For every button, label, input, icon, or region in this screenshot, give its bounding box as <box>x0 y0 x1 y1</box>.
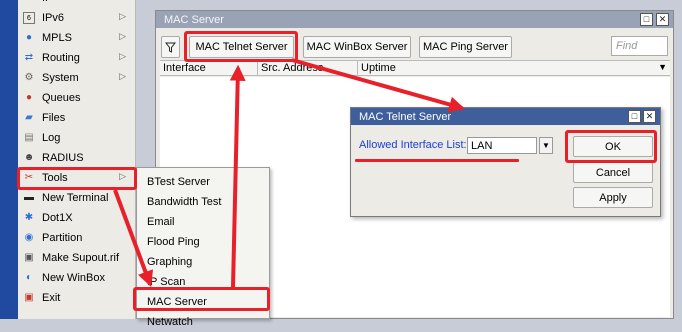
interface-list-underline <box>355 159 519 162</box>
dialog-titlebar[interactable]: MAC Telnet Server □ ✕ <box>351 108 660 125</box>
menu-item-ipv6[interactable]: 6 IPv6 ▷ <box>18 8 136 28</box>
dot1x-icon: ✱ <box>24 212 34 223</box>
chevron-right-icon: ▷ <box>119 31 126 41</box>
menu-item-ip[interactable]: ◦ IP ▷ <box>18 0 136 8</box>
ipv6-icon: 6 <box>23 12 35 24</box>
menu-item-new-terminal[interactable]: ▬ New Terminal <box>18 188 136 208</box>
chevron-right-icon: ▷ <box>119 51 126 61</box>
menu-item-exit[interactable]: ▣ Exit <box>18 288 136 308</box>
chevron-right-icon: ▷ <box>119 11 126 21</box>
log-icon: ▤ <box>24 132 34 143</box>
exit-icon: ▣ <box>24 292 34 303</box>
menu-item-queues[interactable]: ● Queues <box>18 88 136 108</box>
apply-button[interactable]: Apply <box>573 187 653 208</box>
dialog-title: MAC Telnet Server <box>359 110 452 123</box>
menu-item-log[interactable]: ▤ Log <box>18 128 136 148</box>
system-gear-icon: ⚙ <box>24 72 34 83</box>
restore-icon[interactable]: □ <box>640 13 653 26</box>
supout-icon: ▣ <box>24 252 34 263</box>
partition-icon: ◉ <box>24 232 34 243</box>
restore-icon[interactable]: □ <box>628 110 641 123</box>
submenu-item-email[interactable]: Email <box>147 212 175 232</box>
column-uptime[interactable]: Uptime <box>358 61 658 75</box>
menu-item-routing[interactable]: ⇄ Routing ▷ <box>18 48 136 68</box>
submenu-item-flood-ping[interactable]: Flood Ping <box>147 232 200 252</box>
close-icon[interactable]: ✕ <box>656 13 669 26</box>
chevron-right-icon: ▷ <box>119 71 126 81</box>
column-interface[interactable]: Interface <box>160 61 258 75</box>
telnet-button-highlight <box>184 31 298 62</box>
allowed-interface-list-field[interactable]: LAN <box>467 137 537 154</box>
menu-item-mpls[interactable]: ● MPLS ▷ <box>18 28 136 48</box>
mac-winbox-server-button[interactable]: MAC WinBox Server <box>303 36 411 58</box>
sidebar-strip <box>0 0 18 319</box>
radius-icon: ☻ <box>23 152 35 163</box>
column-src-address[interactable]: Src. Address <box>258 61 358 75</box>
window-title: MAC Server <box>164 13 224 26</box>
main-menu: ◦ IP ▷ 6 IPv6 ▷ ● MPLS ▷ ⇄ Routing ▷ ⚙ S… <box>18 0 136 319</box>
submenu-item-bandwidth-test[interactable]: Bandwidth Test <box>147 192 221 212</box>
winbox-icon: ◐ <box>25 272 33 283</box>
ok-button-highlight <box>565 130 657 163</box>
mpls-icon: ● <box>25 32 33 43</box>
find-input[interactable]: Find <box>611 36 668 56</box>
cancel-button[interactable]: Cancel <box>573 162 653 183</box>
menu-item-partition[interactable]: ◉ Partition <box>18 228 136 248</box>
menu-item-new-winbox[interactable]: ◐ New WinBox <box>18 268 136 288</box>
menu-item-radius[interactable]: ☻ RADIUS <box>18 148 136 168</box>
tools-highlight <box>17 167 137 190</box>
submenu-item-graphing[interactable]: Graphing <box>147 252 192 272</box>
menu-item-files[interactable]: ▰ Files <box>18 108 136 128</box>
submenu-item-btest-server[interactable]: BTest Server <box>147 172 210 192</box>
close-icon[interactable]: ✕ <box>643 110 656 123</box>
column-menu-icon[interactable]: ▼ <box>658 62 667 72</box>
mac-server-highlight <box>133 287 270 311</box>
queues-icon: ● <box>25 92 33 103</box>
folder-icon: ▰ <box>25 112 33 123</box>
submenu-item-netwatch[interactable]: Netwatch <box>147 312 193 332</box>
menu-item-make-supout[interactable]: ▣ Make Supout.rif <box>18 248 136 268</box>
dropdown-toggle-icon[interactable]: ▼ <box>539 137 553 154</box>
filter-icon <box>165 42 176 53</box>
menu-item-system[interactable]: ⚙ System ▷ <box>18 68 136 88</box>
menu-item-dot1x[interactable]: ✱ Dot1X <box>18 208 136 228</box>
mac-ping-server-button[interactable]: MAC Ping Server <box>419 36 512 58</box>
filter-button[interactable] <box>161 36 180 58</box>
mac-server-titlebar[interactable]: MAC Server □ ✕ <box>156 11 673 28</box>
table-header: Interface Src. Address Uptime ▼ <box>160 60 670 76</box>
routing-icon: ⇄ <box>24 52 34 63</box>
terminal-icon: ▬ <box>24 192 34 203</box>
ip-icon: ◦ <box>23 0 35 4</box>
allowed-interface-list-label: Allowed Interface List: <box>359 139 467 151</box>
chevron-right-icon: ▷ <box>119 0 126 2</box>
